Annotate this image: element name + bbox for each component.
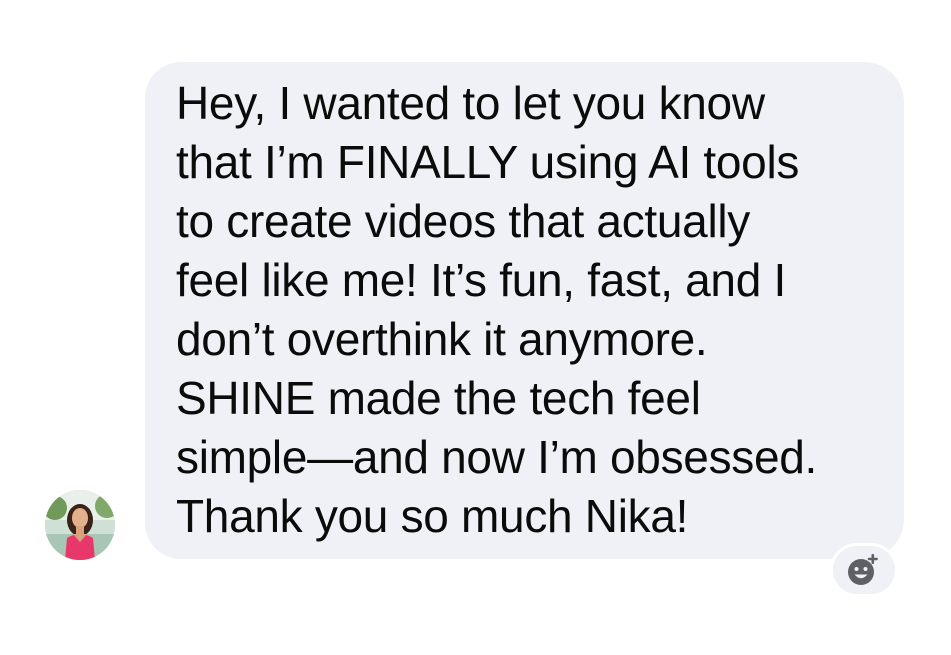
message-line: that I’m FINALLY using AI tools: [176, 136, 800, 188]
message-line: Hey, I wanted to let you know: [176, 77, 765, 129]
message-line: Thank you so much Nika!: [176, 490, 689, 542]
message-line: feel like me! It’s fun, fast, and I: [176, 254, 786, 306]
chat-thread: Hey, I wanted to let you know that I’m F…: [0, 0, 951, 655]
sender-avatar[interactable]: [45, 490, 115, 560]
message-line: SHINE made the tech feel: [176, 372, 701, 424]
message-bubble[interactable]: Hey, I wanted to let you know that I’m F…: [145, 62, 904, 559]
message-line: don’t overthink it anymore.: [176, 313, 708, 365]
message-line: simple—and now I’m obsessed.: [176, 431, 818, 483]
add-reaction-button[interactable]: [830, 543, 898, 597]
message-line: to create videos that actually: [176, 195, 750, 247]
add-reaction-icon: [848, 554, 878, 585]
avatar-photo-icon: [45, 490, 115, 560]
